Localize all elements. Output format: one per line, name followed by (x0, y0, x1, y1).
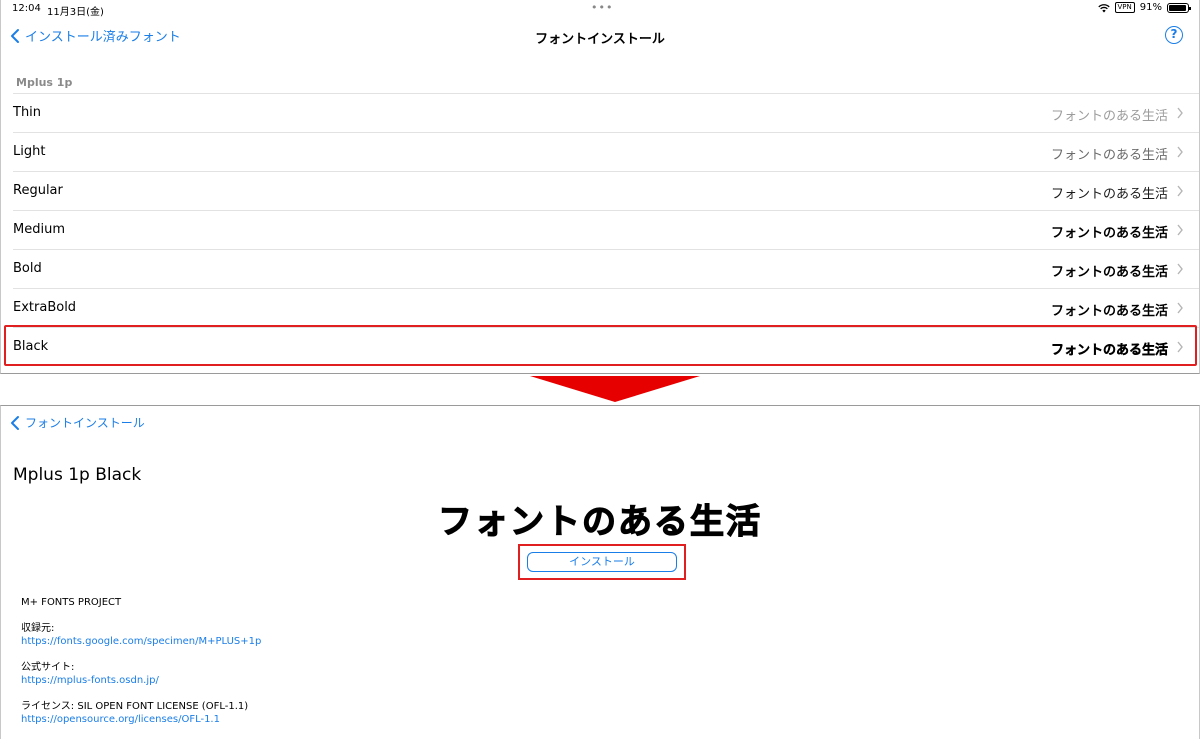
weight-sample: フォントのある生活 (1050, 109, 1168, 124)
chevron-right-icon (1177, 302, 1183, 314)
vpn-badge: VPN (1114, 2, 1135, 13)
license-link[interactable]: https://opensource.org/licenses/OFL-1.1 (21, 714, 220, 725)
weight-row-regular[interactable]: Regular フォントのある生活 (13, 171, 1199, 210)
chevron-right-icon (1177, 107, 1183, 119)
weight-row-medium[interactable]: Medium フォントのある生活 (13, 210, 1199, 249)
down-arrow-icon (530, 376, 700, 402)
weight-label: Light (13, 144, 46, 159)
font-info: M+ FONTS PROJECT 収録元: https://fonts.goog… (21, 596, 261, 726)
battery-icon (1167, 2, 1191, 13)
source-label: 収録元: (21, 623, 55, 634)
status-time: 12:04 (12, 3, 41, 14)
chevron-left-icon (11, 415, 19, 430)
source-link[interactable]: https://fonts.google.com/specimen/M+PLUS… (21, 636, 261, 647)
battery-percent: 91% (1139, 2, 1162, 13)
page-title: フォントインストール (535, 32, 665, 47)
weight-label: Regular (13, 183, 63, 198)
weight-sample: フォントのある生活 (1050, 343, 1168, 358)
weight-sample: フォントのある生活 (1050, 148, 1168, 163)
weight-row-thin[interactable]: Thin フォントのある生活 (13, 93, 1199, 132)
weight-row-black[interactable]: Black フォントのある生活 (13, 327, 1199, 366)
font-preview-sample: フォントのある生活 (437, 501, 762, 542)
help-icon[interactable]: ? (1165, 26, 1183, 44)
chevron-right-icon (1177, 224, 1183, 236)
navigation-bar: インストール済みフォント フォントインストール ? (1, 22, 1199, 52)
weight-list: Thin フォントのある生活 Light フォントのある生活 Regular フ… (1, 93, 1199, 366)
status-date: 11月3日(金) (47, 7, 104, 18)
chevron-right-icon (1177, 341, 1183, 353)
back-button[interactable]: フォントインストール (9, 414, 145, 431)
weight-sample: フォントのある生活 (1050, 226, 1168, 241)
font-detail-screen: フォントインストール Mplus 1p Black フォントのある生活 インスト… (0, 405, 1200, 739)
status-bar: 12:04 11月3日(金) ••• VPN 91% (1, 0, 1199, 18)
weight-label: Black (13, 339, 49, 354)
project-name: M+ FONTS PROJECT (21, 597, 122, 608)
chevron-right-icon (1177, 146, 1183, 158)
multitasking-dots-icon[interactable]: ••• (591, 1, 613, 14)
weight-sample: フォントのある生活 (1050, 265, 1168, 280)
install-button[interactable]: インストール (527, 552, 677, 572)
weight-label: ExtraBold (13, 300, 77, 315)
weight-row-light[interactable]: Light フォントのある生活 (13, 132, 1199, 171)
site-link[interactable]: https://mplus-fonts.osdn.jp/ (21, 675, 159, 686)
license-label: ライセンス: SIL OPEN FONT LICENSE (OFL-1.1) (21, 701, 249, 712)
weight-label: Medium (13, 222, 65, 237)
back-button-label: フォントインストール (25, 416, 145, 430)
font-install-screen: 12:04 11月3日(金) ••• VPN 91% インストール済みフォント … (0, 0, 1200, 374)
site-label: 公式サイト: (21, 662, 75, 673)
weight-sample: フォントのある生活 (1050, 187, 1168, 202)
section-header: Mplus 1p (16, 76, 73, 89)
chevron-right-icon (1177, 263, 1183, 275)
highlight-box-install: インストール (518, 544, 686, 580)
wifi-icon (1097, 3, 1110, 12)
weight-sample: フォントのある生活 (1050, 304, 1168, 319)
status-indicators: VPN 91% (1097, 2, 1191, 13)
weight-label: Thin (13, 105, 42, 120)
weight-label: Bold (13, 261, 42, 276)
weight-row-extrabold[interactable]: ExtraBold フォントのある生活 (13, 288, 1199, 327)
weight-row-bold[interactable]: Bold フォントのある生活 (13, 249, 1199, 288)
font-name: Mplus 1p Black (13, 465, 142, 485)
chevron-right-icon (1177, 185, 1183, 197)
